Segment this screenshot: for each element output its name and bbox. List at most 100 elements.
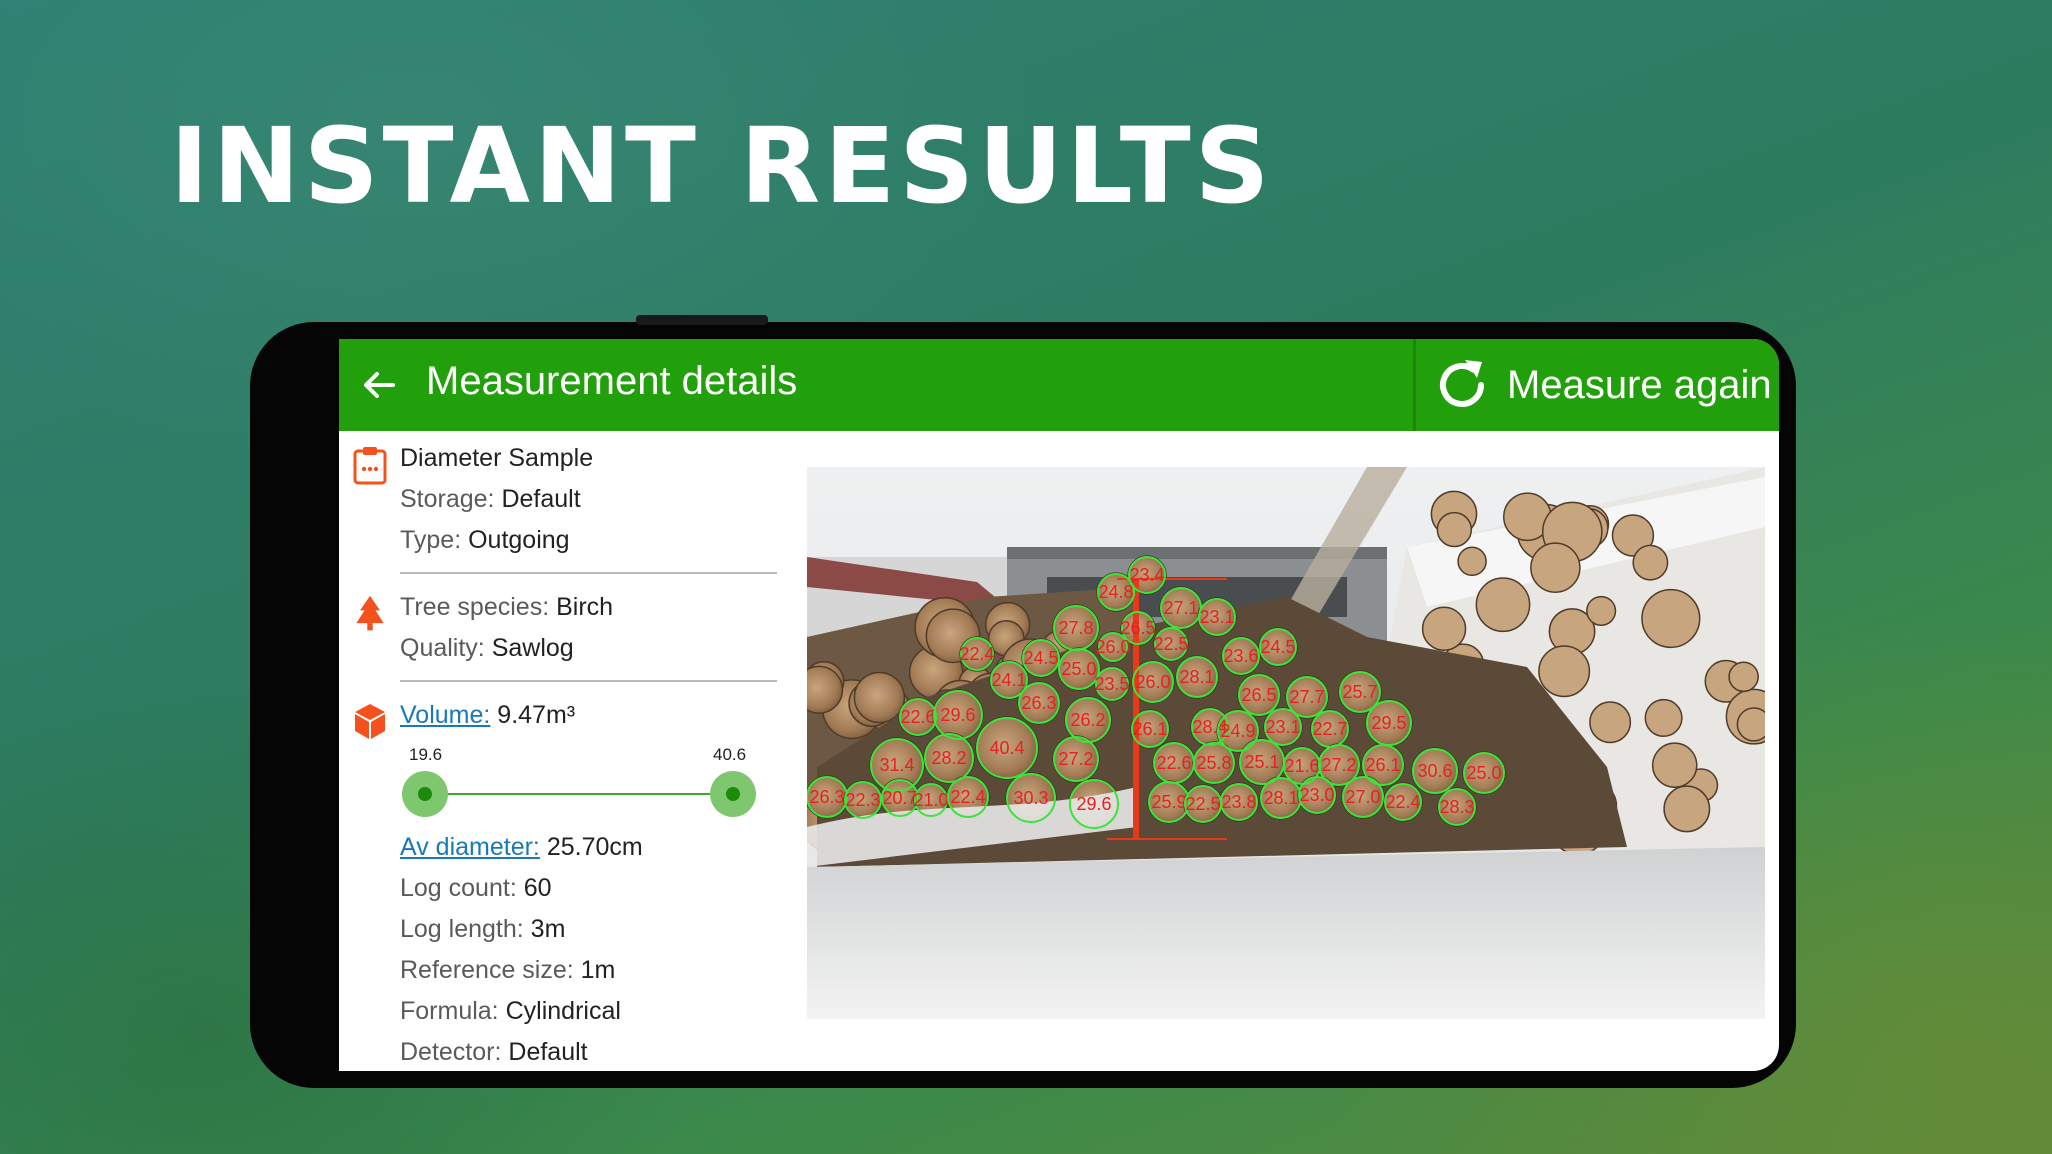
log-diameter-label: 20.7	[882, 788, 917, 808]
log-diameter-label: 22.3	[845, 790, 880, 810]
cube-icon	[355, 704, 385, 739]
app-bar: Measurement details Measure again	[339, 339, 1779, 431]
log-diameter-label: 25.0	[1466, 763, 1501, 783]
log-diameter-label: 22.6	[1156, 753, 1191, 773]
volume-value: 9.47m³	[497, 701, 576, 729]
log-diameter-label: 23.8	[1221, 792, 1256, 812]
log-diameter-label: 29.5	[1371, 713, 1406, 733]
log-pile-image: 23.424.827.1 23.127.8 26.526.0 22.522.4 24.5…	[807, 467, 1765, 1019]
measure-again-label: Measure again	[1507, 362, 1772, 407]
logcount-key: Log count:	[400, 874, 517, 902]
species-key: Tree species:	[400, 593, 550, 621]
log-diameter-label: 23.1	[1199, 607, 1234, 627]
type-key: Type:	[400, 526, 462, 554]
log-diameter-label: 25.1	[1244, 752, 1279, 772]
section-divider	[400, 572, 777, 574]
measure-again-button[interactable]: Measure again	[1431, 347, 1772, 423]
log-diameter-label: 26.2	[1070, 710, 1105, 730]
storage-value: Default	[501, 485, 581, 513]
log-diameter-label: 23.4	[1129, 565, 1164, 585]
storage-key: Storage:	[400, 485, 495, 513]
log-diameter-label: 23.1	[1265, 717, 1300, 737]
back-button[interactable]	[351, 357, 407, 413]
type-row: Type: Outgoing	[400, 526, 570, 555]
logcount-value: 60	[523, 874, 552, 902]
log-diameter-label: 23.0	[1299, 785, 1334, 805]
log-diameter-label: 22.6	[900, 707, 935, 727]
range-slider-track[interactable]	[425, 793, 733, 795]
detector-key: Detector:	[400, 1038, 502, 1066]
log-diameter-label: 28.2	[931, 748, 966, 768]
refresh-icon	[1440, 360, 1484, 407]
formula-value: Cylindrical	[505, 997, 621, 1025]
page-title: Measurement details	[426, 359, 798, 403]
log-diameter-label: 26.1	[1132, 719, 1167, 739]
sample-name: Diameter Sample	[400, 444, 594, 472]
log-diameter-label: 25.8	[1196, 753, 1231, 773]
log-diameter-label: 23.5	[1094, 674, 1129, 694]
species-row: Tree species: Birch	[400, 593, 613, 622]
log-diameter-label: 21.0	[913, 790, 948, 810]
range-min-label: 19.6	[409, 745, 443, 764]
app-screen: Measurement details Measure again Diamet…	[339, 339, 1779, 1071]
log-diameter-label: 21.6	[1284, 756, 1319, 776]
log-diameter-label: 26.0	[1135, 672, 1170, 692]
log-diameter-label: 30.3	[1013, 788, 1048, 808]
log-diameter-label: 25.9	[1151, 792, 1186, 812]
species-value: Birch	[556, 593, 614, 621]
type-value: Outgoing	[468, 526, 570, 554]
formula-row: Formula: Cylindrical	[400, 997, 621, 1026]
section-divider	[400, 680, 777, 682]
storage-row: Storage: Default	[400, 485, 581, 514]
log-diameter-label: 40.4	[989, 738, 1024, 758]
log-diameter-label: 25.0	[1061, 659, 1096, 679]
clipboard-icon	[353, 447, 387, 485]
log-diameter-label: 28.3	[1439, 797, 1474, 817]
quality-key: Quality:	[400, 634, 485, 662]
tree-icon	[356, 595, 384, 631]
log-diameter-label: 22.7	[1312, 719, 1347, 739]
headline: INSTANT RESULTS	[170, 105, 1274, 227]
log-diameter-label: 27.2	[1058, 749, 1093, 769]
quality-row: Quality: Sawlog	[400, 634, 574, 663]
loglength-key: Log length:	[400, 915, 524, 943]
range-slider-max-thumb[interactable]	[710, 771, 756, 817]
log-diameter-label: 27.8	[1058, 618, 1093, 638]
volume-row: Volume: 9.47m³	[400, 701, 575, 730]
loglength-value: 3m	[530, 915, 566, 943]
log-diameter-label: 29.6	[1076, 794, 1111, 814]
detector-row: Detector: Default	[400, 1038, 588, 1067]
appbar-divider	[1413, 339, 1416, 431]
arrow-left-icon	[364, 372, 395, 398]
log-diameter-label: 27.2	[1321, 755, 1356, 775]
refsize-row: Reference size: 1m	[400, 956, 615, 985]
log-diameter-label: 27.7	[1289, 687, 1324, 707]
log-diameter-label: 28.1	[1179, 667, 1214, 687]
log-diameter-label: 24.5	[1260, 637, 1295, 657]
log-diameter-label: 26.5	[1120, 618, 1155, 638]
log-diameter-label: 24.9	[1220, 721, 1255, 741]
log-diameter-label: 24.5	[1023, 648, 1058, 668]
log-diameter-label: 31.4	[879, 755, 914, 775]
avdiam-link[interactable]: Av diameter:	[400, 833, 540, 861]
log-diameter-label: 28.1	[1263, 788, 1298, 808]
log-diameter-label: 22.4	[959, 644, 994, 664]
log-diameter-label: 30.6	[1417, 761, 1452, 781]
log-diameter-label: 27.0	[1345, 787, 1380, 807]
phone-notch	[636, 315, 768, 325]
logcount-row: Log count: 60	[400, 874, 552, 903]
log-diameter-label: 29.6	[940, 705, 975, 725]
log-diameter-label: 27.1	[1163, 598, 1198, 618]
log-diameter-label: 24.1	[991, 670, 1026, 690]
log-diameter-label: 22.5	[1185, 794, 1220, 814]
log-diameter-label: 26.0	[1095, 637, 1130, 657]
range-slider-min-thumb[interactable]	[402, 771, 448, 817]
volume-link[interactable]: Volume:	[400, 701, 490, 729]
loglength-row: Log length: 3m	[400, 915, 565, 944]
log-diameter-label: 26.1	[1365, 755, 1400, 775]
measurement-photo[interactable]: 23.4 24.8 27.1 23.1 27.8 26.5 26.0 22.5 22.4 24.5…	[807, 467, 1765, 1019]
refsize-key: Reference size:	[400, 956, 574, 984]
log-diameter-label: 26.3	[809, 787, 844, 807]
log-diameter-label: 22.5	[1153, 634, 1188, 654]
log-diameter-label: 23.6	[1223, 646, 1258, 666]
